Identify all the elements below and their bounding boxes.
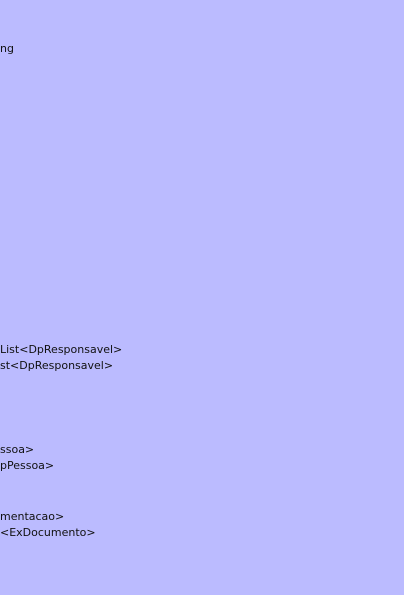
attribute-type-fragment: List<DpResponsavel> [0, 343, 123, 356]
attribute-type-fragment: mentacao> [0, 510, 65, 523]
attribute-type-fragment: ng [0, 42, 14, 55]
class-diagram-canvas: ng List<DpResponsavel> st<DpResponsavel>… [0, 0, 404, 595]
attribute-type-fragment: st<DpResponsavel> [0, 359, 114, 372]
attribute-type-fragment: <ExDocumento> [0, 526, 96, 539]
attribute-type-fragment: ssoa> [0, 443, 35, 456]
attribute-type-fragment: pPessoa> [0, 459, 55, 472]
